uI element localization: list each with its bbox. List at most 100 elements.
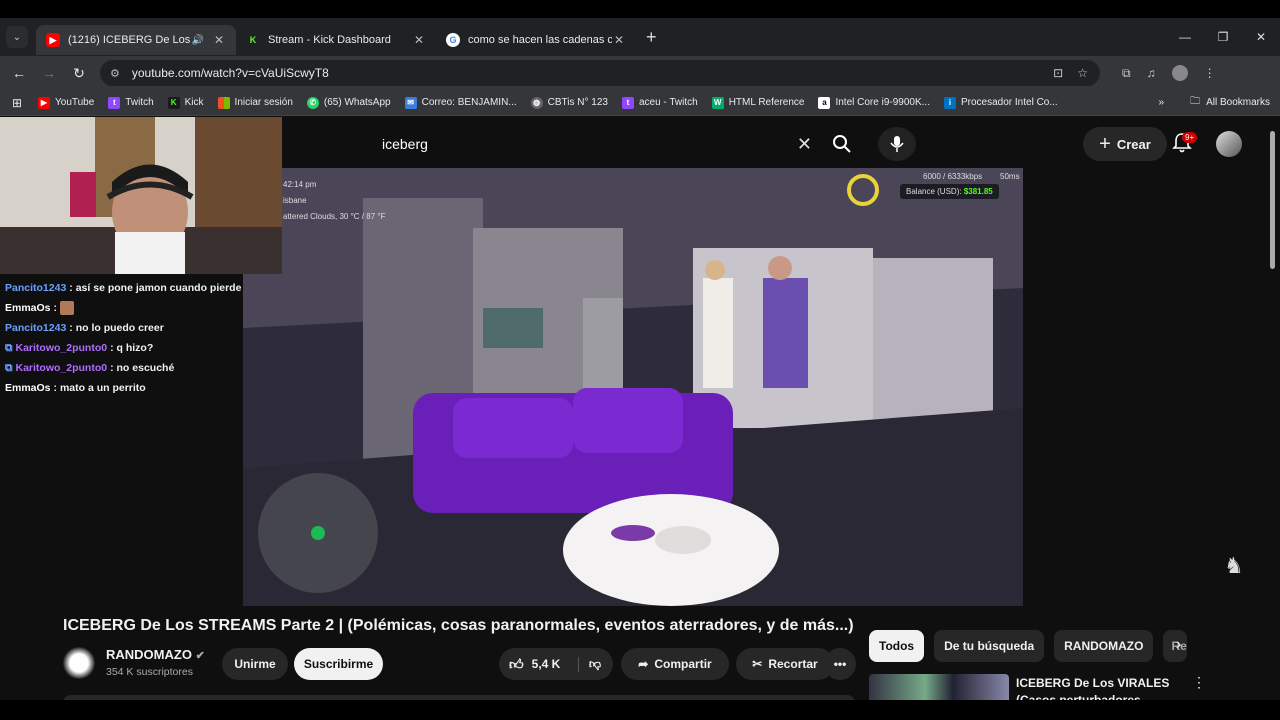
profile-icon[interactable] [1171,65,1188,81]
channel-watermark-icon[interactable]: ♞ [1224,553,1244,579]
recommended-menu-icon[interactable]: ⋮ [1192,674,1206,691]
url-field[interactable]: ⚙ youtube.com/watch?v=cVaUiScwyT8 ⊡ ☆ [100,60,1100,86]
voice-search-button[interactable] [878,127,916,161]
like-button[interactable]: 👍︎ 5,4 K [509,656,560,673]
thumbs-down-icon: 👎︎ [588,656,601,671]
create-button[interactable]: + Crear [1083,127,1167,161]
chat-user: Pancito1243 [5,282,67,294]
overlay-balance: Balance (USD): $381.85 [900,184,999,199]
restore-icon[interactable]: ❐ [1204,30,1242,44]
toolbar-icons: ⧉ ♫ ⋮ [1122,65,1216,81]
overlay-city: isbane [283,196,307,205]
bookmark-star-icon[interactable]: ☆ [1077,66,1088,80]
chip-all[interactable]: Todos [869,630,925,662]
overlay-weather: attered Clouds, 30 °C / 87 °F [283,212,386,221]
new-tab-button[interactable]: + [646,27,657,48]
close-tab-icon[interactable]: ✕ [412,33,426,47]
badge-icon: ⧉ [5,341,13,354]
share-icon: ➦ [638,657,649,671]
reload-icon[interactable]: ↻ [64,65,94,82]
recommendation-chips: Todos De tu búsqueda RANDOMAZO Re [869,630,1188,662]
bookmark-login[interactable]: Iniciar sesión [217,96,293,109]
search-text: iceberg [382,136,428,152]
balance-label: Balance (USD): [906,187,962,196]
chip-from-search[interactable]: De tu búsqueda [934,630,1045,662]
webcam-feed [0,117,282,274]
tab-title: como se hacen las cadenas craf [468,34,612,46]
minimize-icon[interactable]: — [1166,30,1204,44]
balance-value: $381.85 [963,187,993,196]
overlay-bitrate: 6000 / 6333kbps [923,172,983,181]
tab-bar: ⌄ ▶ (1216) ICEBERG De Los STR 🔊 ✕ K Stre… [0,18,1280,56]
mail-icon: ✉ [404,96,417,109]
chips-next-icon[interactable]: › [1176,636,1181,654]
bookmark-mail[interactable]: ✉ Correo: BENJAMIN... [404,96,517,109]
search-button[interactable] [818,127,866,161]
bookmark-twitch[interactable]: t Twitch [108,96,154,109]
video-frame [243,168,1023,606]
recommended-title[interactable]: ICEBERG De Los VIRALES [1016,676,1169,690]
whatsapp-icon: ✆ [306,96,319,109]
chat-user: Karitowo_2punto0 [15,342,108,354]
bookmark-aceu[interactable]: t aceu - Twitch [621,96,698,109]
menu-icon[interactable]: ⋮ [1204,66,1216,80]
bookmark-whatsapp[interactable]: ✆ (65) WhatsApp [306,96,391,109]
search-icon [833,135,851,153]
close-tab-icon[interactable]: ✕ [612,33,626,47]
tab-youtube[interactable]: ▶ (1216) ICEBERG De Los STR 🔊 ✕ [36,25,236,55]
like-dislike-group: 👍︎ 5,4 K 👎︎ [499,648,613,680]
search-input[interactable]: iceberg ✕ [368,127,818,161]
chat-text: no lo puedo creer [75,322,164,334]
folder-icon: 🗀 [1190,96,1201,107]
clip-button[interactable]: ✂ Recortar [736,648,834,680]
chip-channel[interactable]: RANDOMAZO [1054,630,1154,662]
account-avatar[interactable] [1216,131,1242,157]
media-controls-icon[interactable]: ♫ [1147,66,1156,80]
tab-search-button[interactable]: ⌄ [6,26,28,48]
bookmark-html[interactable]: W HTML Reference [711,96,804,109]
video-player[interactable]: 42:14 pm isbane attered Clouds, 30 °C / … [243,168,1023,606]
bookmark-intel-2[interactable]: i Procesador Intel Co... [943,96,1058,109]
join-button[interactable]: Unirme [222,648,288,680]
chevron-right-double-icon[interactable]: » [1159,97,1165,108]
back-icon[interactable]: ← [4,65,34,81]
forward-icon[interactable]: → [34,65,64,81]
chat-message: EmmaOs: [5,298,245,318]
bookmark-kick[interactable]: K Kick [167,96,204,109]
channel-avatar[interactable] [63,647,95,679]
tab-google[interactable]: G como se hacen las cadenas craf ✕ [436,25,636,55]
globe-icon: ◍ [530,96,543,109]
chat-user: EmmaOs [5,302,51,314]
bookmark-youtube[interactable]: ▶ YouTube [38,96,94,109]
notifications-badge: 9+ [1182,132,1198,143]
more-actions-button[interactable]: ••• [824,648,856,680]
w3-icon: W [711,96,724,109]
dislike-button[interactable]: 👎︎ [577,656,613,672]
youtube-icon: ▶ [38,96,50,109]
share-button[interactable]: ➦ Compartir [621,648,729,680]
tab-kick[interactable]: K Stream - Kick Dashboard ✕ [236,25,436,55]
subscribe-button[interactable]: Suscribirme [294,648,383,680]
close-tab-icon[interactable]: ✕ [212,33,226,47]
bookmarks-overflow: » 🗀 All Bookmarks [1159,94,1270,111]
install-app-icon[interactable]: ⊡ [1053,66,1063,80]
chat-text: q hizo? [116,342,154,354]
page-scrollbar[interactable] [1270,131,1275,269]
channel-name[interactable]: RANDOMAZO ✔ [106,647,205,662]
chat-message: Pancito1243: no lo puedo creer [5,322,164,334]
extensions-icon[interactable]: ⧉ [1122,66,1131,81]
close-window-icon[interactable]: ✕ [1242,30,1280,44]
clear-search-icon[interactable]: ✕ [797,134,812,155]
bookmark-intel-1[interactable]: a Intel Core i9-9900K... [818,96,930,109]
site-info-icon[interactable]: ⚙ [110,67,120,80]
google-icon: G [446,33,460,47]
window-bottom-band [0,700,1280,720]
subscriber-count: 354 K suscriptores [106,666,193,678]
bookmark-cbtis[interactable]: ◍ CBTis N° 123 [530,96,608,109]
speaker-icon[interactable]: 🔊 [192,35,204,46]
window-controls: — ❐ ✕ [1166,18,1280,56]
all-bookmarks-label[interactable]: All Bookmarks [1206,97,1270,108]
chat-message: EmmaOs: mato a un perrito [5,382,146,394]
scissors-icon: ✂ [752,657,763,671]
apps-grid-icon[interactable]: ⊞ [2,96,32,110]
